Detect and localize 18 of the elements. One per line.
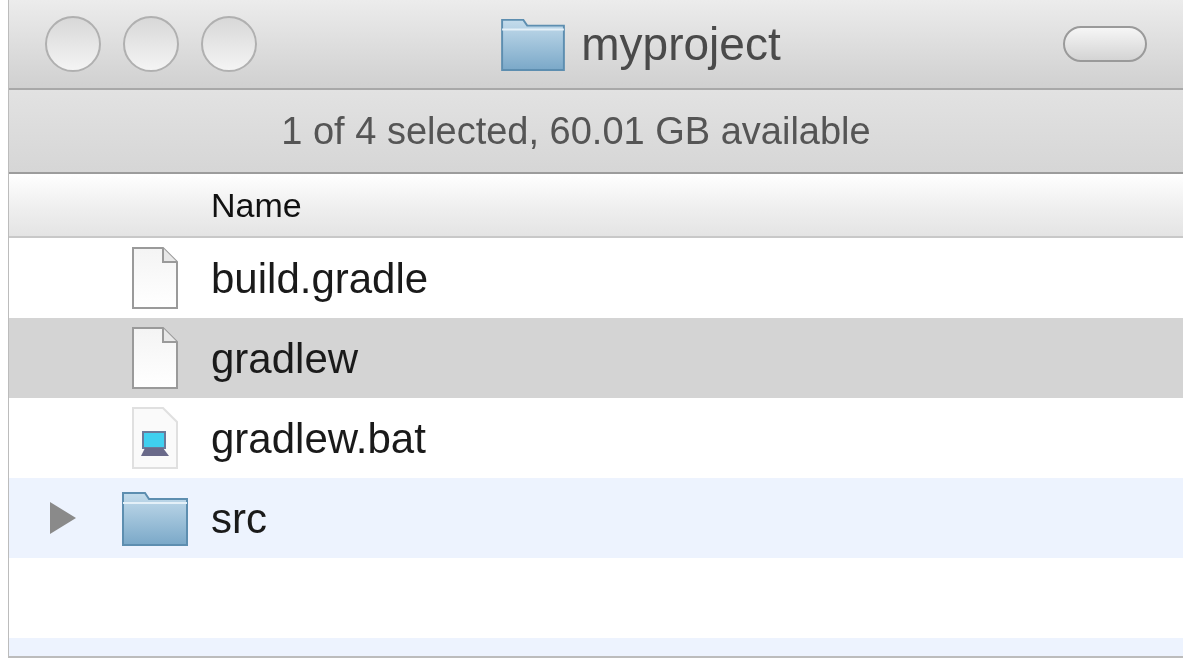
document-icon bbox=[131, 246, 179, 310]
file-row[interactable]: gradlew bbox=[9, 318, 1183, 398]
file-name: src bbox=[211, 493, 267, 544]
minimize-button[interactable] bbox=[123, 16, 179, 72]
status-text: 1 of 4 selected, 60.01 GB available bbox=[281, 108, 872, 154]
file-name: build.gradle bbox=[211, 253, 429, 304]
file-name: gradlew bbox=[211, 333, 359, 384]
folder-icon bbox=[121, 489, 189, 547]
terminal-document-icon bbox=[131, 406, 179, 470]
file-name: gradlew.bat bbox=[211, 413, 426, 464]
title-folder-icon bbox=[499, 16, 568, 72]
window-title: myproject bbox=[581, 16, 781, 72]
column-title: Name bbox=[211, 184, 302, 226]
zoom-button[interactable] bbox=[201, 16, 257, 72]
document-icon bbox=[131, 326, 179, 390]
close-button[interactable] bbox=[45, 16, 101, 72]
toolbar-toggle-button[interactable] bbox=[1063, 26, 1147, 62]
file-row[interactable]: src bbox=[9, 478, 1183, 558]
